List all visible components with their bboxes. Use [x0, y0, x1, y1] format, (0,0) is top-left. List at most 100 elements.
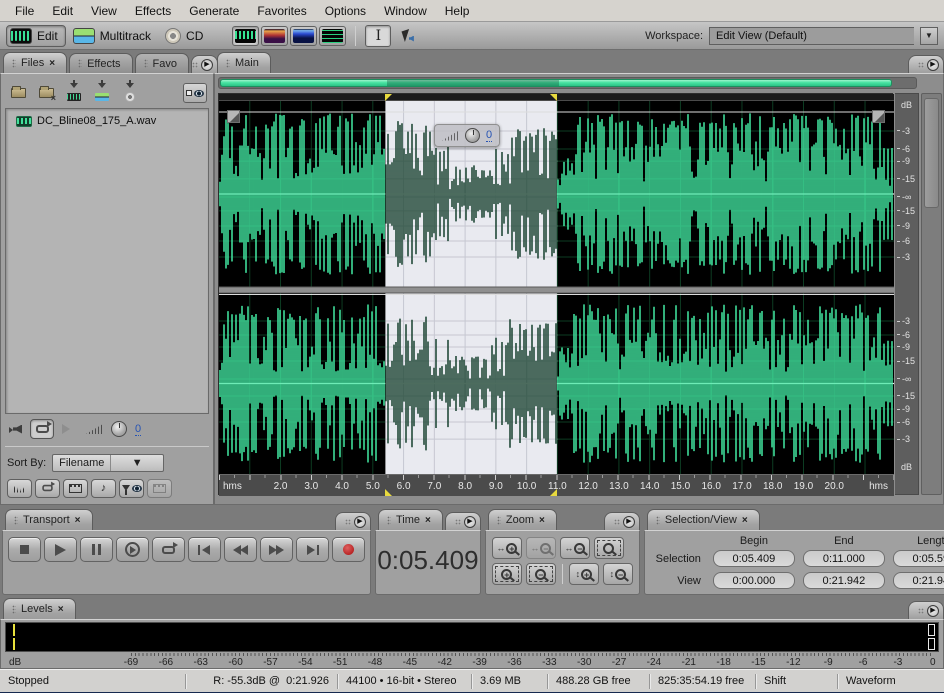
vertical-scrollbar[interactable] [921, 93, 942, 495]
import-file-icon[interactable] [63, 83, 85, 103]
show-midi-toggle[interactable]: ♪ [91, 479, 116, 498]
close-tab-icon[interactable]: × [539, 515, 545, 526]
scrub-tool-button[interactable] [395, 25, 421, 47]
show-waveforms-toggle[interactable] [7, 479, 32, 498]
close-tab-icon[interactable]: × [75, 515, 81, 526]
rewind-button[interactable] [224, 537, 257, 562]
preview-play-icon[interactable] [62, 424, 70, 434]
tab-main[interactable]: Main [217, 52, 271, 73]
menu-item-help[interactable]: Help [436, 1, 479, 21]
tab-zoom[interactable]: Zoom× [488, 509, 557, 530]
zoom-out-horizontally-button[interactable]: ↔− [526, 537, 556, 559]
level-meter[interactable] [5, 622, 939, 652]
play-from-cursor-button[interactable] [116, 537, 149, 562]
levels-menu-icon[interactable]: ▶ [927, 605, 939, 617]
stereo-waveform[interactable] [219, 101, 894, 474]
tab-time[interactable]: Time× [378, 509, 443, 530]
zoom-out-full-button[interactable]: ↔− [560, 537, 590, 559]
tab-favo[interactable]: Favo [135, 53, 189, 73]
waveform-view-button[interactable] [232, 26, 259, 46]
advanced-options-icon[interactable] [183, 83, 207, 103]
menu-item-options[interactable]: Options [316, 1, 375, 21]
view-length-field[interactable]: 0:21.942 [893, 572, 944, 589]
list-item[interactable]: DC_Bline08_175_A.wav [6, 113, 208, 129]
zoom-to-selection-button[interactable] [594, 537, 624, 559]
waveform-display[interactable]: 2.03.04.05.06.07.08.09.010.011.012.013.0… [218, 93, 893, 495]
selection-end-field[interactable]: 0:11.000 [803, 550, 885, 567]
zoom-in-vertically-button[interactable]: ↕+ [569, 563, 599, 585]
workspace-select[interactable]: Edit View (Default) [709, 27, 914, 45]
clip-gain-value[interactable]: 0 [486, 129, 492, 142]
spectral-frequency-view-button[interactable] [261, 26, 288, 46]
tab-files[interactable]: Files× [3, 52, 67, 73]
play-looped-button[interactable] [152, 537, 185, 562]
menu-item-generate[interactable]: Generate [180, 1, 248, 21]
loop-playback-button[interactable] [30, 419, 54, 439]
go-to-end-button[interactable] [296, 537, 329, 562]
tab-selection-view[interactable]: Selection/View× [647, 509, 760, 530]
close-tab-icon[interactable]: × [58, 604, 64, 615]
close-tab-icon[interactable]: × [49, 58, 55, 69]
zoom-out-vertically-button[interactable]: ↕− [603, 563, 633, 585]
file-list[interactable]: DC_Bline08_175_A.wav [5, 108, 209, 414]
menu-item-edit[interactable]: Edit [43, 1, 82, 21]
selection-start-handle-bottom[interactable] [385, 489, 392, 496]
open-file-icon[interactable] [7, 83, 29, 103]
selection-begin-field[interactable]: 0:05.409 [713, 550, 795, 567]
time-menu-icon[interactable]: ▶ [464, 516, 476, 528]
filter-options-toggle[interactable] [119, 479, 144, 498]
record-button[interactable] [332, 537, 365, 562]
main-panel-menu-icon[interactable]: ▶ [927, 59, 939, 71]
tab-effects[interactable]: Effects [69, 53, 132, 73]
horizontal-scrollbar[interactable] [218, 77, 917, 89]
close-tab-icon[interactable]: × [742, 515, 748, 526]
scrollbar-thumb[interactable] [220, 79, 892, 87]
workspace-dropdown-arrow-icon[interactable]: ▼ [920, 27, 938, 45]
stop-button[interactable] [8, 537, 41, 562]
show-loops-toggle[interactable] [35, 479, 60, 498]
multitrack-view-button[interactable]: Multitrack [70, 26, 158, 46]
selection-end-handle[interactable] [550, 94, 557, 101]
zoom-in-to-right-edge-button[interactable]: − [526, 563, 556, 585]
zoom-in-horizontally-button[interactable]: ↔+ [492, 537, 522, 559]
menu-item-window[interactable]: Window [375, 1, 436, 21]
preview-volume-knob[interactable] [111, 421, 127, 437]
clip-gain-knob[interactable] [465, 128, 480, 143]
go-to-beginning-button[interactable] [188, 537, 221, 562]
view-begin-field[interactable]: 0:00.000 [713, 572, 795, 589]
preview-gain-value[interactable]: 0 [135, 423, 141, 436]
menu-item-view[interactable]: View [82, 1, 126, 21]
edit-view-button[interactable]: Edit [6, 25, 66, 47]
spectral-phase-view-button[interactable] [319, 26, 346, 46]
spectral-pan-view-button[interactable] [290, 26, 317, 46]
selection-end-handle-bottom[interactable] [550, 489, 557, 496]
amplitude-ruler[interactable]: dB-3-6-9-15-∞-15-9-6-3-3-6-9-15-∞-15-9-6… [895, 93, 919, 495]
show-video-toggle[interactable] [63, 479, 88, 498]
zoom-in-to-left-edge-button[interactable]: + [492, 563, 522, 585]
right-clip-indicator[interactable] [928, 638, 935, 650]
transport-menu-icon[interactable]: ▶ [354, 516, 366, 528]
tab-levels[interactable]: Levels× [3, 598, 76, 619]
sort-dropdown-arrow-icon[interactable]: ▼ [110, 455, 163, 471]
selection-start-handle[interactable] [385, 94, 392, 101]
menu-item-favorites[interactable]: Favorites [248, 1, 315, 21]
fast-forward-button[interactable] [260, 537, 293, 562]
import-multitrack-icon[interactable] [91, 83, 113, 103]
vertical-scrollbar-thumb[interactable] [924, 98, 939, 208]
zoom-menu-icon[interactable]: ▶ [623, 516, 635, 528]
files-panel-menu-icon[interactable]: ▶ [201, 59, 213, 71]
close-tab-icon[interactable]: × [425, 515, 431, 526]
tab-transport[interactable]: Transport× [5, 509, 93, 530]
menu-item-effects[interactable]: Effects [126, 1, 180, 21]
import-cd-audio-icon[interactable] [119, 83, 141, 103]
view-end-field[interactable]: 0:21.942 [803, 572, 885, 589]
clip-gain-overlay[interactable]: 0 [434, 124, 500, 147]
close-file-icon[interactable]: × [35, 83, 57, 103]
time-selection-tool-button[interactable]: I [365, 25, 391, 47]
auto-play-speaker-icon[interactable] [9, 424, 22, 435]
pause-button[interactable] [80, 537, 113, 562]
fade-in-handle[interactable] [227, 110, 240, 123]
fade-out-handle[interactable] [872, 110, 885, 123]
selection-length-field[interactable]: 0:05.590 [893, 550, 944, 567]
left-clip-indicator[interactable] [928, 624, 935, 636]
